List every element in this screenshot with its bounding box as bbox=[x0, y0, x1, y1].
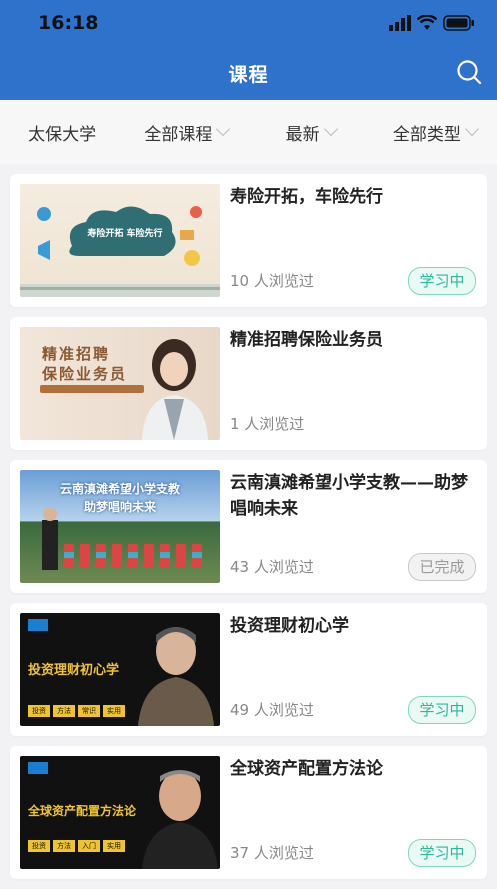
course-card[interactable]: 投资理财初心学 投资 方法 常识 实用 投资理财初心学 49 人浏览过 学习中 bbox=[10, 603, 487, 736]
filter-bar: 太保大学 全部课程 最新 全部类型 bbox=[0, 100, 497, 164]
presenter-figure bbox=[142, 770, 218, 869]
course-thumbnail: 精准招聘 保险业务员 bbox=[20, 327, 220, 440]
view-count: 49 人浏览过 bbox=[230, 701, 314, 719]
filter-type[interactable]: 全部类型 bbox=[373, 120, 497, 145]
course-card[interactable]: 全球资产配置方法论 投资 方法 入门 实用 全球资产配置方法论 37 人浏览过 … bbox=[10, 746, 487, 879]
thumbnail-caption: 寿险开拓 车险先行 bbox=[87, 229, 163, 239]
course-thumbnail: 全球资产配置方法论 投资 方法 入门 实用 bbox=[20, 756, 220, 869]
filter-label: 太保大学 bbox=[28, 124, 97, 145]
battery-icon bbox=[443, 15, 474, 31]
filter-course-scope[interactable]: 全部课程 bbox=[124, 120, 248, 145]
thumbnail-art bbox=[20, 206, 220, 297]
status-time: 16:18 bbox=[38, 12, 99, 34]
signal-icon bbox=[389, 15, 411, 31]
course-card[interactable]: 云南滇滩希望小学支教 助梦唱响未来 云南滇滩希望小学支教——助梦唱响未来 43 … bbox=[10, 460, 487, 593]
filter-university[interactable]: 太保大学 bbox=[0, 120, 124, 145]
chevron-down-icon bbox=[464, 121, 479, 137]
presenter-figure bbox=[142, 339, 208, 440]
view-count: 37 人浏览过 bbox=[230, 844, 314, 862]
status-badge: 学习中 bbox=[408, 839, 476, 867]
filter-label: 最新 bbox=[285, 124, 320, 145]
course-title: 精准招聘保险业务员 bbox=[230, 330, 383, 350]
status-badge: 学习中 bbox=[408, 696, 476, 724]
page-title: 课程 bbox=[228, 64, 269, 86]
status-badge: 已完成 bbox=[408, 553, 476, 581]
view-count: 1 人浏览过 bbox=[230, 415, 305, 433]
course-card[interactable]: 寿险开拓 车险先行 寿险开拓，车险先行 10 人浏览过 学习中 bbox=[10, 174, 487, 307]
wifi-icon bbox=[417, 15, 437, 30]
search-icon[interactable] bbox=[455, 58, 483, 86]
view-count: 43 人浏览过 bbox=[230, 558, 314, 576]
chevron-down-icon bbox=[323, 121, 338, 137]
course-title: 云南滇滩希望小学支教——助梦唱响未来 bbox=[230, 473, 468, 519]
filter-sort[interactable]: 最新 bbox=[249, 120, 373, 145]
course-thumbnail: 寿险开拓 车险先行 bbox=[20, 184, 220, 297]
filter-label: 全部类型 bbox=[392, 124, 461, 145]
app-header: 16:18 课程 bbox=[0, 0, 497, 100]
status-icons bbox=[389, 14, 475, 32]
course-title: 寿险开拓，车险先行 bbox=[230, 187, 383, 207]
course-card[interactable]: 精准招聘 保险业务员 精准招聘保险业务员 1 人浏览过 bbox=[10, 317, 487, 450]
view-count: 10 人浏览过 bbox=[230, 272, 314, 290]
group-photo bbox=[42, 507, 202, 570]
filter-label: 全部课程 bbox=[144, 124, 213, 145]
status-badge: 学习中 bbox=[408, 267, 476, 295]
course-title: 投资理财初心学 bbox=[230, 616, 349, 636]
presenter-figure bbox=[138, 627, 214, 726]
course-title: 全球资产配置方法论 bbox=[230, 759, 383, 779]
course-thumbnail: 云南滇滩希望小学支教 助梦唱响未来 bbox=[20, 470, 220, 583]
course-thumbnail: 投资理财初心学 投资 方法 常识 实用 bbox=[20, 613, 220, 726]
chevron-down-icon bbox=[216, 121, 231, 137]
course-list: 寿险开拓 车险先行 寿险开拓，车险先行 10 人浏览过 学习中 精准招聘 保险业… bbox=[10, 174, 487, 889]
